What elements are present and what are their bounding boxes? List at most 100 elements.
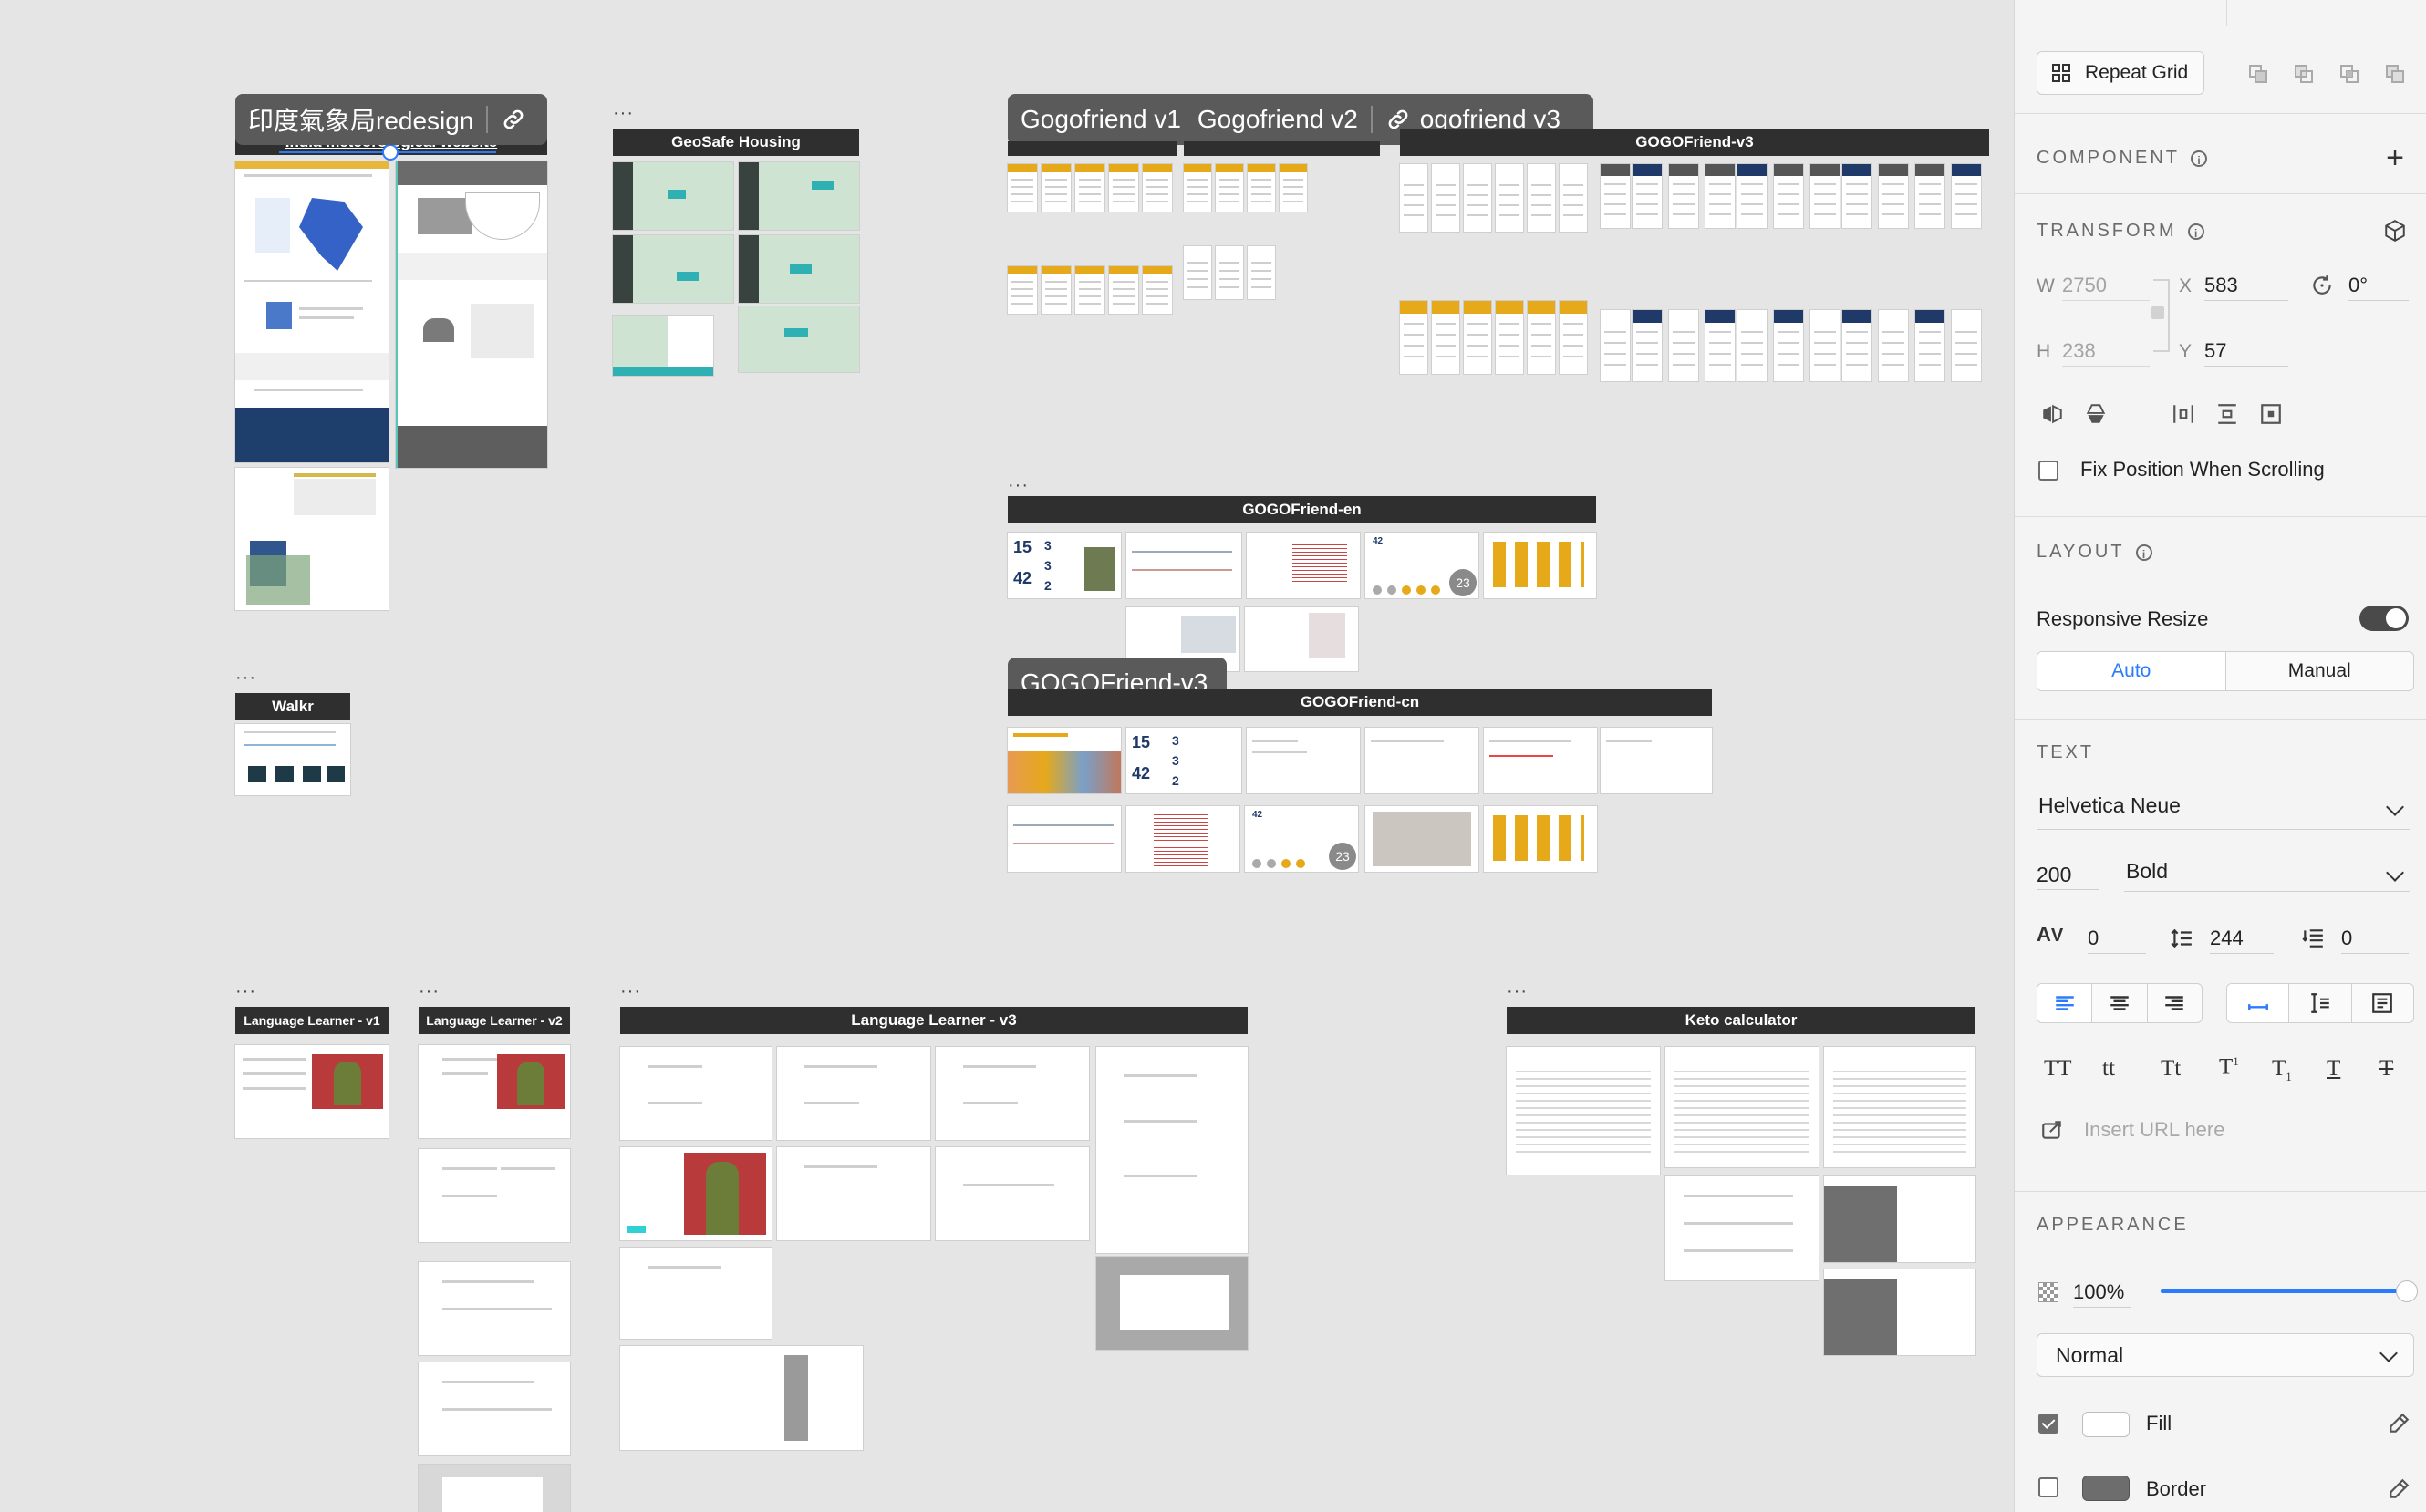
- resize-auto-option[interactable]: Auto: [2037, 652, 2226, 690]
- lowercase-button[interactable]: tt: [2102, 1056, 2115, 1082]
- artboard-title-walkr[interactable]: Walkr: [235, 693, 350, 720]
- artboard-options-dots[interactable]: ···: [620, 982, 641, 1000]
- superscript-icon[interactable]: T1: [2219, 1054, 2239, 1080]
- lock-icon[interactable]: [2151, 306, 2164, 319]
- responsive-resize-toggle[interactable]: [2359, 606, 2409, 631]
- boolean-exclude-icon[interactable]: [2379, 58, 2410, 89]
- keto-table-thumb: [1665, 1047, 1819, 1167]
- auto-width-icon[interactable]: [2227, 984, 2290, 1022]
- underline-icon[interactable]: T: [2327, 1056, 2340, 1082]
- subscript-icon[interactable]: T1: [2272, 1056, 2292, 1084]
- fixed-size-icon[interactable]: [2352, 984, 2413, 1022]
- line-spacing-field[interactable]: 244: [2210, 923, 2274, 954]
- artboard-title-ll-v1[interactable]: Language Learner - v1: [235, 1007, 389, 1034]
- align-right-icon[interactable]: [2148, 984, 2202, 1022]
- artboard-options-dots[interactable]: ···: [1008, 476, 1029, 494]
- fill-color-swatch[interactable]: [2082, 1412, 2130, 1437]
- font-weight-dropdown[interactable]: Bold: [2124, 859, 2410, 892]
- selection-handle[interactable]: [382, 144, 399, 161]
- align-center-text-icon[interactable]: [2092, 984, 2148, 1022]
- stat-number: 15: [1013, 538, 1032, 556]
- font-size-field[interactable]: 200: [2037, 859, 2099, 890]
- align-left-icon[interactable]: [2037, 984, 2093, 1022]
- artboard-title-gogo-v3[interactable]: GOGOFriend-v3: [1400, 129, 1989, 156]
- gogo-mobile-screen-thumb: [1109, 266, 1138, 314]
- artboard-options-dots[interactable]: ···: [235, 668, 256, 687]
- distribute-vertical-icon[interactable]: [2212, 399, 2243, 430]
- font-weight-value: Bold: [2126, 859, 2169, 883]
- info-icon[interactable]: i: [2191, 150, 2207, 167]
- artboard-title-gogo-v1[interactable]: [1008, 141, 1177, 156]
- layout-section-title: LAYOUT i: [2037, 542, 2152, 563]
- artboard-options-dots[interactable]: ···: [235, 982, 256, 1000]
- eyedropper-icon[interactable]: [2383, 1474, 2414, 1505]
- artboard-title-gogo-v2[interactable]: [1184, 141, 1380, 156]
- ll-v3-thumb: [936, 1047, 1089, 1140]
- artboard-options-dots[interactable]: ···: [419, 982, 440, 1000]
- flip-horizontal-icon[interactable]: [2037, 399, 2068, 430]
- titlecase-button[interactable]: Tt: [2161, 1056, 2181, 1082]
- distribute-horizontal-icon[interactable]: [2168, 399, 2199, 430]
- height-field[interactable]: 238: [2062, 336, 2150, 367]
- rotation-field[interactable]: 0°: [2348, 270, 2409, 301]
- boolean-subtract-icon[interactable]: [2288, 58, 2319, 89]
- gogo-mobile-screen-thumb: [1774, 164, 1803, 228]
- opacity-field[interactable]: 100%: [2073, 1277, 2131, 1308]
- plus-icon[interactable]: +: [2379, 140, 2410, 175]
- gogo-mobile-screen-thumb: [1601, 310, 1630, 381]
- opacity-slider-track[interactable]: [2161, 1289, 2405, 1293]
- strikethrough-icon[interactable]: T: [2379, 1056, 2393, 1082]
- rotate-icon[interactable]: [2307, 270, 2338, 301]
- fix-position-checkbox[interactable]: [2038, 461, 2058, 481]
- y-field[interactable]: 57: [2204, 336, 2288, 367]
- ll-v3-thumb: [620, 1147, 772, 1240]
- opacity-icon: [2038, 1282, 2058, 1302]
- border-color-swatch[interactable]: [2082, 1476, 2130, 1501]
- artboard-title-ll-v2[interactable]: Language Learner - v2: [419, 1007, 570, 1034]
- resize-manual-option[interactable]: Manual: [2226, 652, 2414, 690]
- x-field[interactable]: 583: [2204, 270, 2288, 301]
- auto-height-icon[interactable]: [2289, 984, 2352, 1022]
- gogo-en-thumb: [1247, 533, 1360, 598]
- artboard-title-keto[interactable]: Keto calculator: [1507, 1007, 1975, 1034]
- gogo-mobile-screen-thumb: [1879, 164, 1908, 228]
- border-checkbox[interactable]: [2038, 1477, 2058, 1497]
- boolean-intersect-icon[interactable]: [2334, 58, 2365, 89]
- fill-checkbox[interactable]: [2038, 1414, 2058, 1434]
- x-label: X: [2179, 275, 2193, 296]
- artboard-options-dots[interactable]: ···: [1507, 982, 1528, 1000]
- url-input[interactable]: Insert URL here: [2084, 1114, 2409, 1147]
- uppercase-button[interactable]: TT: [2044, 1056, 2072, 1082]
- artboard-options-dots[interactable]: ···: [613, 104, 634, 122]
- gogo-mobile-screen-thumb: [1109, 164, 1138, 212]
- 3d-transform-icon[interactable]: [2379, 215, 2410, 246]
- info-icon[interactable]: i: [2135, 544, 2152, 561]
- link-pill-label: Gogofriend v1: [1021, 105, 1181, 133]
- artboard-title-gogo-en[interactable]: GOGOFriend-en: [1008, 496, 1596, 523]
- section-label: LAYOUT: [2037, 542, 2125, 562]
- design-canvas[interactable]: ··· India meteorological website 印度氣象局re…: [0, 0, 2014, 1512]
- transform-section-title: TRANSFORM i: [2037, 221, 2204, 242]
- boolean-add-icon[interactable]: [2243, 58, 2274, 89]
- gogo-mobile-screen-thumb: [1496, 301, 1523, 374]
- gogo-mobile-screen-thumb: [1075, 164, 1104, 212]
- ll-v2-thumb: [419, 1362, 570, 1455]
- align-center-icon[interactable]: [2255, 399, 2286, 430]
- eyedropper-icon[interactable]: [2383, 1408, 2414, 1439]
- link-icon[interactable]: [501, 107, 526, 132]
- width-field[interactable]: 2750: [2062, 270, 2150, 301]
- border-label: Border: [2146, 1477, 2207, 1500]
- link-pill-imd[interactable]: 印度氣象局redesign: [235, 94, 547, 145]
- artboard-title-geosafe[interactable]: GeoSafe Housing: [613, 129, 859, 156]
- character-spacing-field[interactable]: 0: [2088, 923, 2146, 954]
- font-family-dropdown[interactable]: Helvetica Neue: [2037, 793, 2410, 830]
- info-icon[interactable]: i: [2187, 223, 2204, 240]
- flip-vertical-icon[interactable]: [2080, 399, 2111, 430]
- artboard-title-gogo-cn[interactable]: GOGOFriend-cn: [1008, 689, 1712, 716]
- blend-mode-dropdown[interactable]: Normal: [2037, 1333, 2414, 1377]
- repeat-grid-button[interactable]: Repeat Grid: [2037, 51, 2204, 95]
- paragraph-spacing-field[interactable]: 0: [2341, 923, 2409, 954]
- artboard-title-ll-v3[interactable]: Language Learner - v3: [620, 1007, 1248, 1034]
- stat-number: 2: [1172, 773, 1179, 788]
- opacity-slider-handle[interactable]: [2396, 1280, 2418, 1302]
